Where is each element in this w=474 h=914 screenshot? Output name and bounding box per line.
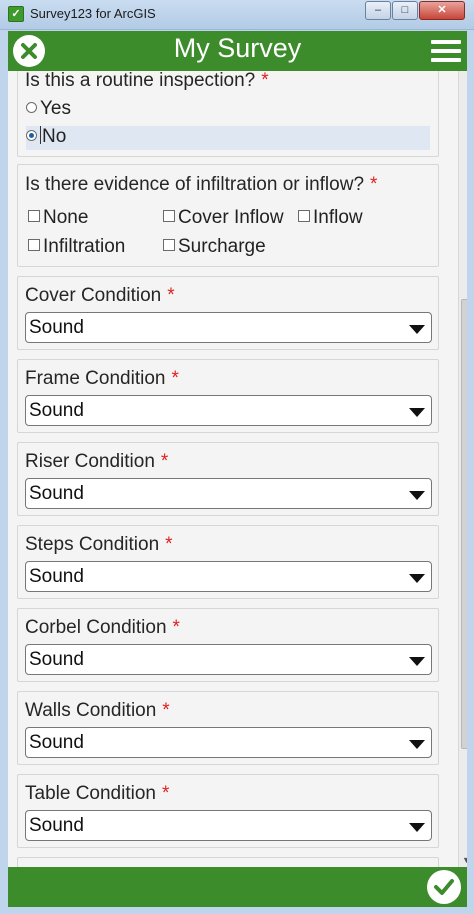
hamburger-menu-icon[interactable]: [431, 40, 461, 62]
dropdown-arrow-icon: [409, 740, 425, 749]
app-header: My Survey: [8, 31, 467, 71]
checkbox-icon: [163, 210, 175, 223]
required-marker: *: [172, 617, 180, 638]
submit-button[interactable]: [427, 870, 461, 904]
dropdown-arrow-icon: [409, 491, 425, 500]
question-routine-inspection: Is this a routine inspection? * Yes No: [17, 71, 439, 157]
dropdown-arrow-icon: [409, 408, 425, 417]
required-marker: *: [167, 285, 175, 306]
checkbox-icon: [163, 239, 175, 252]
close-window-button[interactable]: ✕: [419, 1, 465, 20]
riser-condition-select[interactable]: Sound: [25, 478, 432, 509]
survey-form: Is this a routine inspection? * Yes No Is…: [8, 71, 467, 867]
checkmark-icon: [434, 879, 454, 895]
walls-condition-select[interactable]: Sound: [25, 727, 432, 758]
dropdown-arrow-icon: [409, 574, 425, 583]
required-marker: *: [370, 174, 378, 195]
required-marker: *: [165, 534, 173, 555]
question-next-partial: [17, 857, 439, 867]
question-label: Riser Condition *: [25, 451, 169, 472]
window-title: Survey123 for ArcGIS: [30, 6, 156, 21]
dropdown-arrow-icon: [409, 325, 425, 334]
corbel-condition-select[interactable]: Sound: [25, 644, 432, 675]
scroll-down-arrow-icon[interactable]: ▼: [462, 855, 467, 865]
question-label: Table Condition *: [25, 783, 170, 804]
scrollbar-thumb[interactable]: [461, 299, 467, 749]
question-label: Steps Condition *: [25, 534, 173, 555]
question-label: Is this a routine inspection? *: [25, 71, 269, 91]
radio-icon: [26, 101, 37, 113]
checkbox-icon: [28, 239, 40, 252]
question-steps-condition: Steps Condition * Sound: [17, 525, 439, 599]
checkbox-icon: [298, 210, 310, 223]
question-label: Is there evidence of infiltration or inf…: [25, 174, 378, 195]
table-condition-select[interactable]: Sound: [25, 810, 432, 841]
checkbox-inflow[interactable]: Inflow: [298, 207, 363, 229]
survey-title: My Survey: [173, 33, 302, 63]
survey123-app-icon: ✓: [8, 6, 24, 22]
question-frame-condition: Frame Condition * Sound: [17, 359, 439, 433]
question-label: Frame Condition *: [25, 368, 179, 389]
question-infiltration-inflow: Is there evidence of infiltration or inf…: [17, 164, 439, 267]
minimize-button[interactable]: –: [365, 1, 391, 20]
checkbox-cover-inflow[interactable]: Cover Inflow: [163, 207, 284, 229]
question-label: Walls Condition *: [25, 700, 170, 721]
radio-option-yes[interactable]: Yes: [26, 98, 430, 122]
required-marker: *: [160, 451, 169, 472]
required-marker: *: [161, 783, 170, 804]
radio-selected-icon: [26, 129, 37, 141]
checkbox-none[interactable]: None: [28, 207, 88, 229]
question-table-condition: Table Condition * Sound: [17, 774, 439, 848]
steps-condition-select[interactable]: Sound: [25, 561, 432, 592]
checkbox-icon: [28, 210, 40, 223]
checkbox-surcharge[interactable]: Surcharge: [163, 236, 266, 258]
radio-option-no[interactable]: No: [26, 126, 430, 150]
dropdown-arrow-icon: [409, 823, 425, 832]
required-marker: *: [261, 71, 269, 91]
window-titlebar: ✓ Survey123 for ArcGIS – □ ✕: [0, 0, 474, 30]
required-marker: *: [162, 700, 170, 721]
maximize-button[interactable]: □: [392, 1, 418, 20]
vertical-scrollbar[interactable]: ▼: [458, 71, 467, 867]
question-walls-condition: Walls Condition * Sound: [17, 691, 439, 765]
checkbox-infiltration[interactable]: Infiltration: [28, 236, 125, 258]
dropdown-arrow-icon: [409, 657, 425, 666]
question-label: Cover Condition *: [25, 285, 175, 306]
cover-condition-select[interactable]: Sound: [25, 312, 432, 343]
app-footer: [8, 867, 467, 907]
frame-condition-select[interactable]: Sound: [25, 395, 432, 426]
question-label: Corbel Condition *: [25, 617, 180, 638]
required-marker: *: [171, 368, 179, 389]
question-riser-condition: Riser Condition * Sound: [17, 442, 439, 516]
question-corbel-condition: Corbel Condition * Sound: [17, 608, 439, 682]
question-cover-condition: Cover Condition * Sound: [17, 276, 439, 350]
